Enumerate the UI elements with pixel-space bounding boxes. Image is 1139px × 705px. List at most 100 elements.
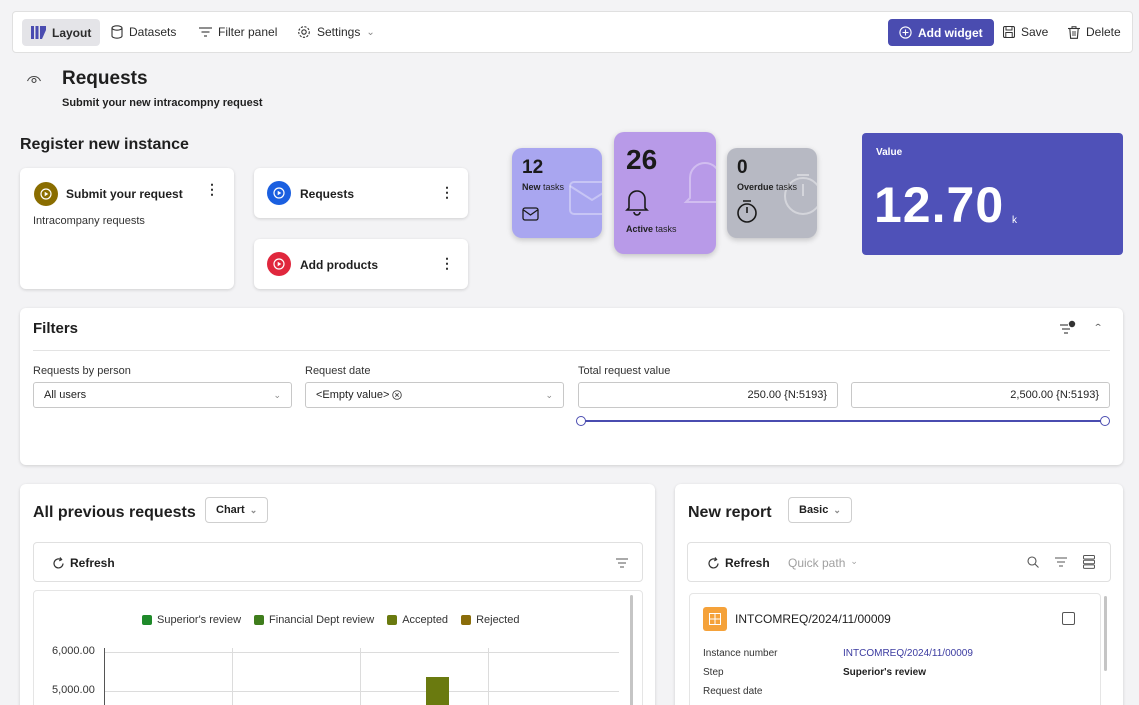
eye-icon[interactable] bbox=[26, 70, 42, 89]
y-tick-label: 5,000.00 bbox=[52, 684, 95, 696]
total-value-min: 250.00 {N:5193} bbox=[747, 389, 827, 401]
value-card: Value 12.70 k bbox=[862, 133, 1123, 255]
layout-label: Layout bbox=[52, 25, 92, 40]
chart-scrollbar[interactable] bbox=[630, 595, 633, 705]
overdue-tasks-label: Overdue tasks bbox=[737, 182, 798, 192]
overdue-tasks-tile[interactable]: 0 Overdue tasks bbox=[727, 148, 817, 238]
save-button[interactable]: Save bbox=[1003, 12, 1048, 52]
active-tasks-count: 26 bbox=[626, 144, 658, 175]
process-card-requests[interactable]: Requests ⋮ bbox=[254, 168, 468, 218]
field-value-instance-number[interactable]: INTCOMREQ/2024/11/00009 bbox=[843, 648, 973, 659]
total-value-max: 2,500.00 {N:5193} bbox=[1010, 389, 1099, 401]
filters-title: Filters bbox=[33, 320, 79, 337]
settings-label: Settings bbox=[317, 25, 361, 39]
datasets-button[interactable]: Datasets bbox=[111, 12, 176, 52]
report-view-label: Basic bbox=[799, 504, 829, 516]
add-widget-button[interactable]: Add widget bbox=[888, 19, 994, 46]
y-axis-line bbox=[104, 648, 105, 705]
play-circle-icon bbox=[34, 182, 58, 206]
add-circle-icon bbox=[899, 26, 912, 39]
process-name: Submit your request bbox=[66, 187, 183, 201]
divider bbox=[33, 350, 1110, 351]
process-description: Intracompany requests bbox=[33, 215, 145, 227]
process-card-add-products[interactable]: Add products ⋮ bbox=[254, 239, 468, 289]
chevron-down-icon: ⌄ bbox=[249, 504, 258, 515]
request-date-label: Request date bbox=[305, 365, 371, 377]
chart-bar[interactable] bbox=[426, 677, 449, 705]
gridline-vertical bbox=[232, 648, 233, 705]
filter-panel-label: Filter panel bbox=[218, 25, 278, 39]
refresh-label: Refresh bbox=[725, 556, 770, 570]
collapse-chevron-icon[interactable]: ⌃ bbox=[1093, 322, 1103, 332]
refresh-button[interactable]: Refresh bbox=[52, 556, 115, 570]
search-icon[interactable] bbox=[1027, 556, 1039, 568]
chevron-down-icon: ⌄ bbox=[850, 556, 858, 566]
value-number: 12.70 bbox=[874, 177, 1005, 233]
report-item-id: INTCOMREQ/2024/11/00009 bbox=[735, 612, 891, 626]
more-options-icon[interactable]: ⋮ bbox=[205, 181, 219, 198]
chart-plot-area: 6,000.00 5,000.00 bbox=[34, 591, 629, 705]
column-settings-icon[interactable] bbox=[1083, 555, 1095, 569]
report-item-card[interactable]: INTCOMREQ/2024/11/00009 Instance number … bbox=[689, 593, 1101, 705]
register-section-title: Register new instance bbox=[20, 136, 189, 153]
gridline-vertical bbox=[360, 648, 361, 705]
range-slider-track[interactable] bbox=[582, 420, 1106, 422]
filter-lines-icon[interactable] bbox=[1055, 557, 1067, 567]
filter-lines-icon[interactable] bbox=[616, 558, 628, 568]
new-tasks-count: 12 bbox=[522, 157, 544, 178]
delete-button[interactable]: Delete bbox=[1068, 12, 1121, 52]
value-unit: k bbox=[1012, 215, 1017, 226]
new-report-panel: New report Basic ⌄ Refresh Quick path ⌄ … bbox=[675, 484, 1123, 705]
add-widget-label: Add widget bbox=[918, 25, 983, 40]
select-checkbox[interactable] bbox=[1062, 612, 1075, 625]
filter-settings-icon[interactable] bbox=[1060, 320, 1076, 334]
bell-watermark-icon bbox=[683, 162, 716, 203]
stopwatch-watermark-icon bbox=[784, 174, 817, 215]
field-label-request-date: Request date bbox=[703, 686, 763, 697]
range-slider-min-handle[interactable] bbox=[576, 416, 586, 426]
requests-by-person-label: Requests by person bbox=[33, 365, 131, 377]
filter-panel-button[interactable]: Filter panel bbox=[199, 12, 277, 52]
request-date-select[interactable]: <Empty value> ⌄ bbox=[305, 382, 564, 408]
total-value-min-input[interactable]: 250.00 {N:5193} bbox=[578, 382, 838, 408]
refresh-button[interactable]: Refresh bbox=[707, 556, 770, 570]
gear-icon bbox=[297, 25, 311, 39]
more-options-icon[interactable]: ⋮ bbox=[440, 255, 454, 272]
page-subtitle: Submit your new intracompny request bbox=[62, 97, 263, 109]
requests-by-person-value: All users bbox=[44, 389, 87, 401]
clear-circle-icon[interactable] bbox=[392, 390, 403, 400]
new-tasks-tile[interactable]: 12 New tasks bbox=[512, 148, 602, 238]
quick-path-dropdown[interactable]: Quick path ⌄ bbox=[788, 556, 858, 570]
refresh-label: Refresh bbox=[70, 556, 115, 570]
database-icon bbox=[111, 25, 123, 39]
envelope-watermark-icon bbox=[569, 181, 602, 215]
chart-view-label: Chart bbox=[216, 504, 245, 516]
field-value-step: Superior's review bbox=[843, 667, 926, 678]
range-slider-max-handle[interactable] bbox=[1100, 416, 1110, 426]
chevron-down-icon: ⌄ bbox=[273, 389, 281, 400]
save-label: Save bbox=[1021, 25, 1049, 39]
y-tick-label: 6,000.00 bbox=[52, 645, 95, 657]
filter-lines-icon bbox=[199, 27, 212, 37]
refresh-icon bbox=[53, 556, 64, 569]
process-card-submit-request[interactable]: Submit your request ⋮ Intracompany reque… bbox=[20, 168, 234, 289]
gridline-horizontal bbox=[104, 652, 619, 653]
requests-by-person-select[interactable]: All users ⌄ bbox=[33, 382, 292, 408]
chart-view-dropdown[interactable]: Chart ⌄ bbox=[205, 497, 269, 523]
field-label-step: Step bbox=[703, 667, 724, 678]
more-options-icon[interactable]: ⋮ bbox=[440, 184, 454, 201]
bell-icon bbox=[625, 190, 649, 216]
report-toolbar: Refresh Quick path ⌄ bbox=[687, 542, 1111, 582]
chart-container: Superior's review Financial Dept review Ac… bbox=[33, 590, 643, 705]
datasets-label: Datasets bbox=[129, 25, 177, 39]
settings-button[interactable]: Settings ⌄ bbox=[297, 12, 375, 52]
total-value-max-input[interactable]: 2,500.00 {N:5193} bbox=[851, 382, 1110, 408]
active-tasks-tile[interactable]: 26 Active tasks bbox=[614, 132, 716, 254]
report-scrollbar[interactable] bbox=[1104, 596, 1107, 671]
report-view-dropdown[interactable]: Basic ⌄ bbox=[788, 497, 852, 523]
layout-button[interactable]: Layout bbox=[22, 19, 101, 46]
new-report-title: New report bbox=[688, 504, 772, 521]
process-name: Add products bbox=[300, 258, 378, 272]
field-label-instance-number: Instance number bbox=[703, 648, 778, 659]
overdue-tasks-count: 0 bbox=[737, 157, 748, 178]
